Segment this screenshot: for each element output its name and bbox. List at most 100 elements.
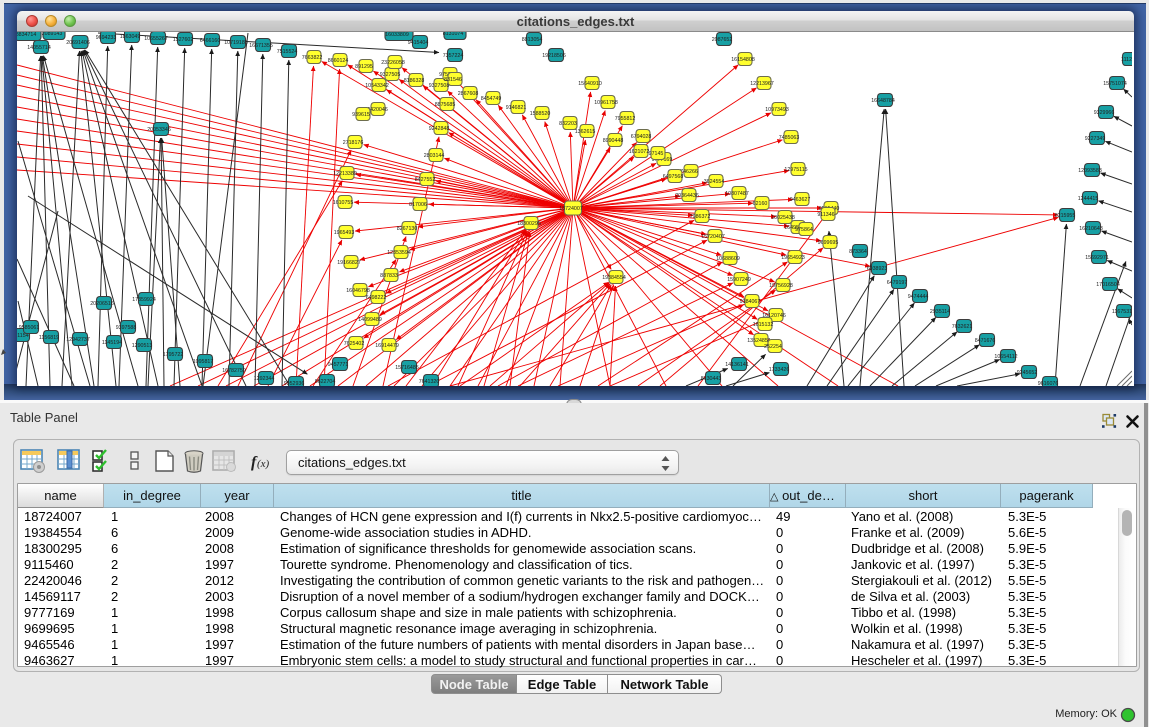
svg-text:2718176: 2718176 xyxy=(343,140,364,146)
svg-text:16671355: 16671355 xyxy=(249,43,273,49)
svg-text:1244415: 1244415 xyxy=(1078,196,1099,202)
svg-text:7625402: 7625402 xyxy=(344,341,365,347)
svg-text:15640910: 15640910 xyxy=(578,81,602,87)
svg-text:8130443: 8130443 xyxy=(701,376,722,382)
svg-text:8215955: 8215955 xyxy=(1055,213,1076,219)
svg-text:15716485: 15716485 xyxy=(395,365,419,371)
svg-text:8813054: 8813054 xyxy=(522,37,543,43)
svg-text:12353594: 12353594 xyxy=(387,250,411,256)
svg-text:6794028: 6794028 xyxy=(631,134,652,140)
svg-text:3624554: 3624554 xyxy=(704,179,725,185)
svg-text:9415404: 9415404 xyxy=(408,40,429,46)
svg-text:7663822: 7663822 xyxy=(302,55,323,61)
svg-text:1621072: 1621072 xyxy=(629,149,650,155)
svg-text:817006: 817006 xyxy=(409,202,427,208)
svg-text:18300295: 18300295 xyxy=(517,221,541,227)
svg-text:11127: 11127 xyxy=(1121,57,1132,63)
svg-text:12093583: 12093583 xyxy=(1078,168,1102,174)
svg-text:15720407: 15720407 xyxy=(701,234,725,240)
svg-text:873364: 873364 xyxy=(849,249,867,255)
svg-text:8622704: 8622704 xyxy=(315,379,336,385)
svg-text:9457771: 9457771 xyxy=(328,362,349,368)
svg-text:12975115: 12975115 xyxy=(784,167,807,173)
svg-text:832203: 832203 xyxy=(559,121,577,127)
svg-text:9694233: 9694233 xyxy=(96,35,117,41)
svg-text:8186328: 8186328 xyxy=(404,78,425,84)
svg-text:17359924: 17359924 xyxy=(132,297,156,303)
svg-text:911346: 911346 xyxy=(817,212,834,218)
svg-text:16648784: 16648784 xyxy=(871,98,895,104)
svg-text:62160: 62160 xyxy=(753,201,768,207)
svg-text:2803144: 2803144 xyxy=(424,153,445,159)
svg-text:23226058: 23226058 xyxy=(381,60,405,66)
svg-text:939615: 939615 xyxy=(352,112,370,118)
svg-text:8834714: 8834714 xyxy=(17,32,36,38)
svg-text:15751074: 15751074 xyxy=(1103,81,1127,87)
svg-text:16046798: 16046798 xyxy=(346,288,370,294)
svg-text:6497568: 6497568 xyxy=(663,174,684,180)
svg-text:7485063: 7485063 xyxy=(779,135,800,141)
svg-text:16154808: 16154808 xyxy=(731,57,755,63)
svg-text:10655267: 10655267 xyxy=(144,36,168,42)
svg-text:19218506: 19218506 xyxy=(542,53,566,59)
svg-text:1965493: 1965493 xyxy=(334,230,355,236)
svg-text:12213389: 12213389 xyxy=(333,171,357,177)
svg-text:8990448: 8990448 xyxy=(603,138,624,144)
svg-text:10807487: 10807487 xyxy=(725,191,749,197)
svg-text:887833: 887833 xyxy=(380,273,398,279)
svg-text:10025438: 10025438 xyxy=(771,215,795,221)
svg-text:15907249: 15907249 xyxy=(727,277,751,283)
svg-text:8427552: 8427552 xyxy=(415,177,436,183)
svg-text:2089143: 2089143 xyxy=(42,32,63,37)
svg-text:20364436: 20364436 xyxy=(675,193,699,199)
svg-text:1145194: 1145194 xyxy=(102,340,122,346)
svg-text:9616076: 9616076 xyxy=(1038,381,1059,386)
svg-text:7357224: 7357224 xyxy=(443,53,464,59)
svg-text:1795722: 1795722 xyxy=(163,352,184,358)
svg-text:10961758: 10961758 xyxy=(594,100,618,106)
svg-text:9227349: 9227349 xyxy=(1085,136,1106,142)
svg-text:1290513: 1290513 xyxy=(132,343,153,349)
svg-text:9327508: 9327508 xyxy=(429,83,450,89)
svg-text:12213967: 12213967 xyxy=(750,81,774,87)
svg-text:19166827: 19166827 xyxy=(337,260,361,266)
svg-text:9699695: 9699695 xyxy=(818,240,839,246)
svg-text:8454749: 8454749 xyxy=(481,96,502,102)
svg-text:2935114: 2935114 xyxy=(930,309,950,315)
svg-text:8267130: 8267130 xyxy=(397,226,418,232)
svg-text:(x): (x) xyxy=(257,458,270,470)
svg-text:1095817: 1095817 xyxy=(193,359,214,365)
svg-text:10543342: 10543342 xyxy=(365,83,389,89)
svg-text:2867608: 2867608 xyxy=(458,91,479,97)
svg-text:9474444: 9474444 xyxy=(908,294,929,300)
svg-text:9242848: 9242848 xyxy=(429,126,450,132)
svg-text:18724007: 18724007 xyxy=(559,206,583,212)
svg-text:9329966: 9329966 xyxy=(1094,110,1115,116)
svg-text:15692971: 15692971 xyxy=(1085,255,1109,261)
svg-text:8875685: 8875685 xyxy=(435,102,456,108)
svg-text:6938923: 6938923 xyxy=(867,266,888,272)
svg-text:16033809: 16033809 xyxy=(385,32,409,38)
svg-text:9397588: 9397588 xyxy=(116,325,137,331)
svg-text:9327505: 9327505 xyxy=(380,72,401,78)
svg-text:9463627: 9463627 xyxy=(790,197,811,203)
svg-text:1292344: 1292344 xyxy=(254,376,275,382)
svg-text:6466160: 6466160 xyxy=(200,38,221,44)
svg-text:20206516: 20206516 xyxy=(90,301,114,307)
svg-text:1588520: 1588520 xyxy=(530,111,551,117)
svg-text:14136141: 14136141 xyxy=(725,362,749,368)
svg-text:9184067: 9184067 xyxy=(740,299,761,305)
svg-text:7986372: 7986372 xyxy=(690,214,711,220)
svg-text:1362615: 1362615 xyxy=(575,129,596,135)
svg-text:891295: 891295 xyxy=(355,64,373,70)
svg-text:19756928: 19756928 xyxy=(769,283,793,289)
svg-text:16782759: 16782759 xyxy=(222,368,246,374)
svg-text:19654923: 19654923 xyxy=(781,255,805,261)
svg-text:7955812: 7955812 xyxy=(615,116,636,122)
svg-text:7632621: 7632621 xyxy=(952,324,973,330)
svg-text:10688609: 10688609 xyxy=(716,256,740,262)
svg-text:831546: 831546 xyxy=(444,77,462,83)
svg-text:14099489: 14099489 xyxy=(358,317,382,323)
svg-text:6498222: 6498222 xyxy=(366,295,387,301)
svg-text:1167531: 1167531 xyxy=(1112,309,1132,315)
